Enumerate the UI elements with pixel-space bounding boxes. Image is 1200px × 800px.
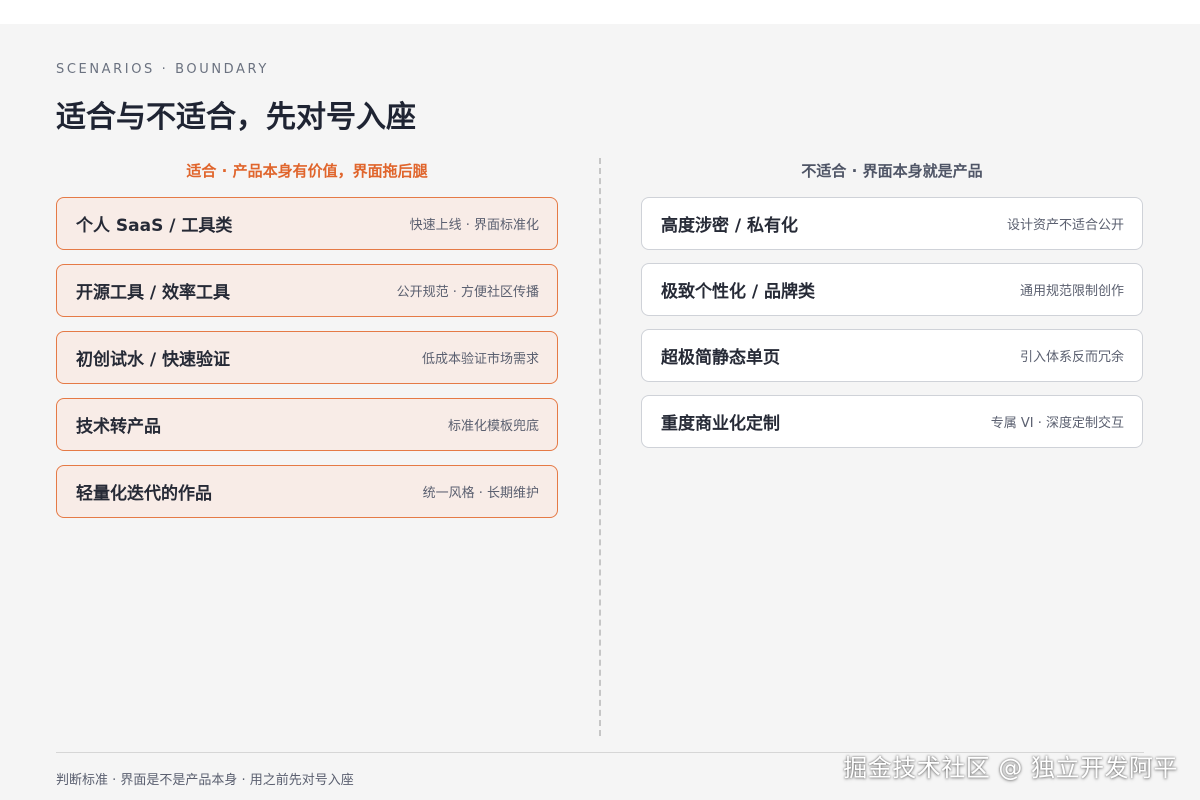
card-title: 极致个性化 / 品牌类 xyxy=(661,282,816,302)
card-note: 通用规范限制创作 xyxy=(1019,284,1124,299)
watermark: 掘金技术社区 @ 独立开发阿平 xyxy=(843,754,1178,782)
card-title: 初创试水 / 快速验证 xyxy=(76,350,231,370)
unsuitable-card: 极致个性化 / 品牌类 通用规范限制创作 xyxy=(641,263,1143,316)
suitable-card: 开源工具 / 效率工具 公开规范 · 方便社区传播 xyxy=(56,264,558,317)
card-note: 公开规范 · 方便社区传播 xyxy=(396,285,539,300)
card-title: 高度涉密 / 私有化 xyxy=(661,216,799,236)
page-title: 适合与不适合，先对号入座 xyxy=(56,100,416,135)
card-title: 开源工具 / 效率工具 xyxy=(76,283,231,303)
card-note: 统一风格 · 长期维护 xyxy=(422,486,539,501)
kicker-label: SCENARIOS · BOUNDARY xyxy=(56,62,269,77)
suitable-card: 个人 SaaS / 工具类 快速上线 · 界面标准化 xyxy=(56,197,558,250)
footer-note: 判断标准 · 界面是不是产品本身 · 用之前先对号入座 xyxy=(56,773,354,788)
unsuitable-card: 超极简静态单页 引入体系反而冗余 xyxy=(641,329,1143,382)
unsuitable-card: 高度涉密 / 私有化 设计资产不适合公开 xyxy=(641,197,1143,250)
card-note: 低成本验证市场需求 xyxy=(421,352,539,367)
card-note: 设计资产不适合公开 xyxy=(1006,218,1124,233)
card-title: 超极简静态单页 xyxy=(661,348,780,368)
card-title: 重度商业化定制 xyxy=(661,414,780,434)
unsuitable-heading: 不适合 · 界面本身就是产品 xyxy=(801,162,983,180)
unsuitable-list: 高度涉密 / 私有化 设计资产不适合公开 极致个性化 / 品牌类 通用规范限制创… xyxy=(641,197,1143,461)
card-title: 个人 SaaS / 工具类 xyxy=(76,216,233,236)
suitable-list: 个人 SaaS / 工具类 快速上线 · 界面标准化 开源工具 / 效率工具 公… xyxy=(56,197,558,532)
suitable-card: 技术转产品 标准化模板兜底 xyxy=(56,398,558,451)
slide: SCENARIOS · BOUNDARY 适合与不适合，先对号入座 适合 · 产… xyxy=(0,24,1200,800)
card-note: 快速上线 · 界面标准化 xyxy=(409,218,539,233)
suitable-heading: 适合 · 产品本身有价值，界面拖后腿 xyxy=(186,162,428,180)
suitable-card: 轻量化迭代的作品 统一风格 · 长期维护 xyxy=(56,465,558,518)
card-title: 轻量化迭代的作品 xyxy=(76,484,212,504)
unsuitable-card: 重度商业化定制 专属 VI · 深度定制交互 xyxy=(641,395,1143,448)
card-note: 标准化模板兜底 xyxy=(447,419,539,434)
column-divider xyxy=(599,158,601,736)
top-strip xyxy=(0,0,1200,24)
suitable-card: 初创试水 / 快速验证 低成本验证市场需求 xyxy=(56,331,558,384)
card-title: 技术转产品 xyxy=(76,417,161,437)
card-note: 专属 VI · 深度定制交互 xyxy=(990,416,1124,431)
card-note: 引入体系反而冗余 xyxy=(1019,350,1124,365)
